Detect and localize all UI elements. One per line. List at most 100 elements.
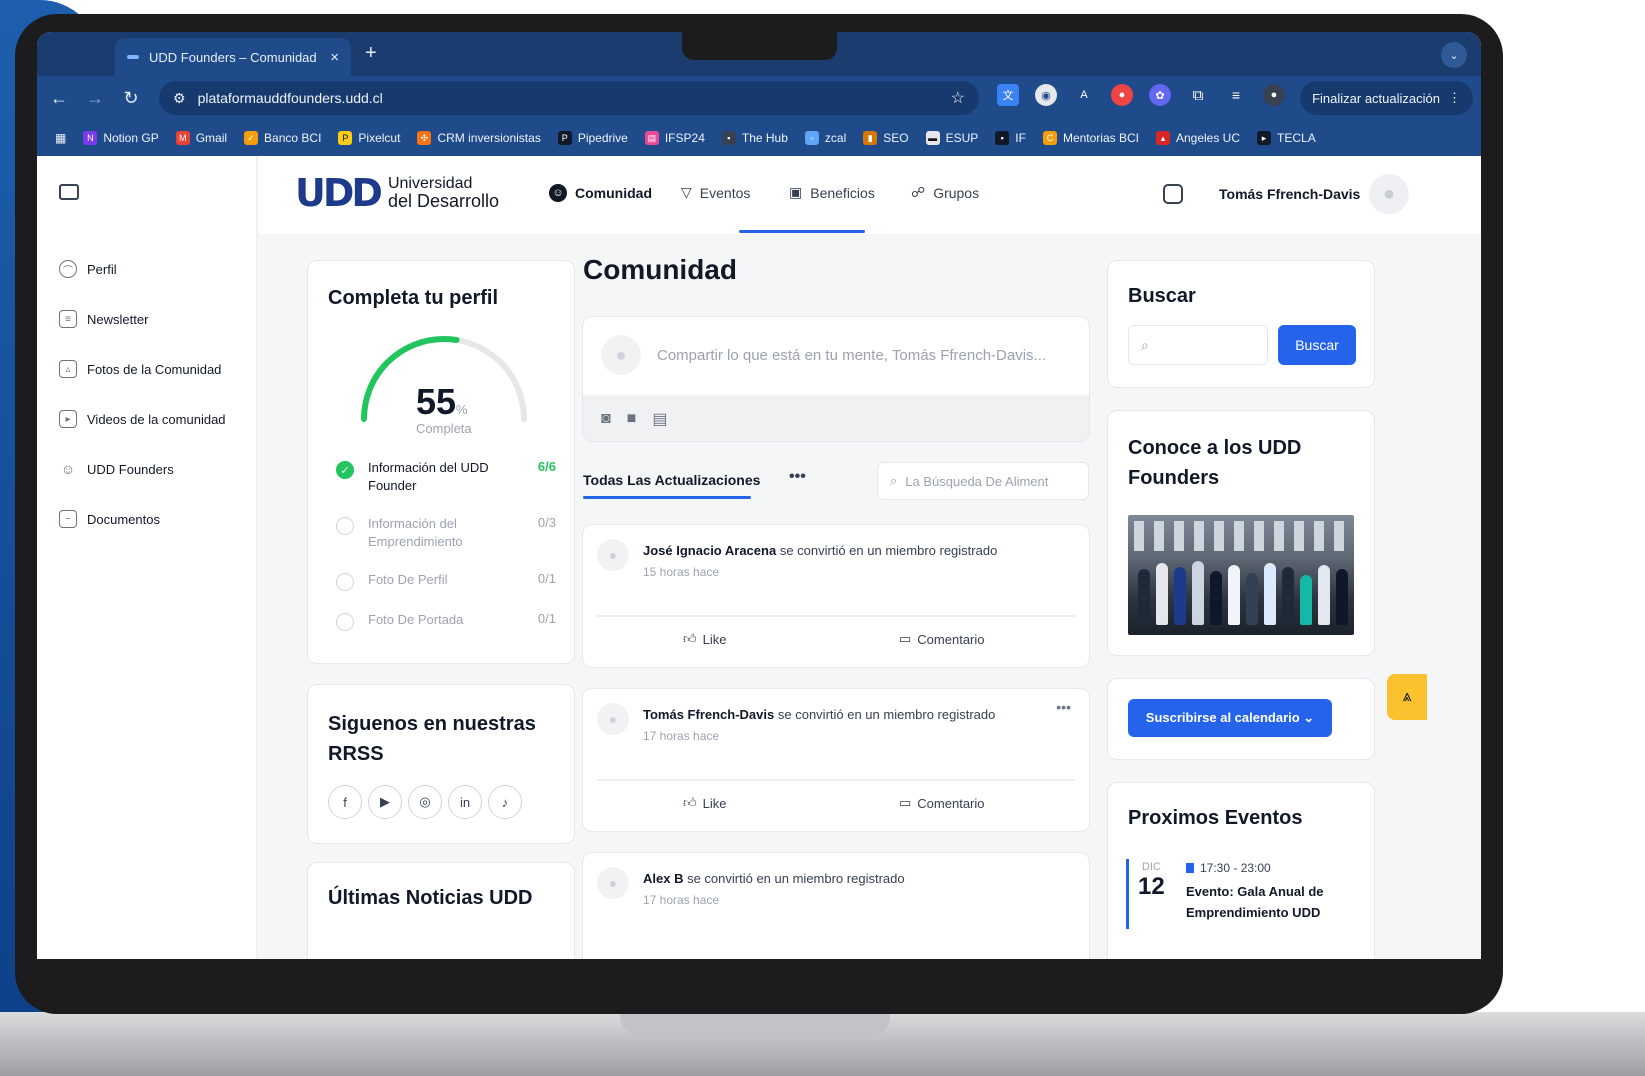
- post-text: José Ignacio Aracena se convirtió en un …: [643, 543, 997, 558]
- browser-tab[interactable]: UDD Founders – Comunidad ×: [115, 38, 351, 76]
- bookmark-item[interactable]: ▪ IF: [995, 131, 1026, 145]
- username[interactable]: Tomás Ffrench-Davis: [1219, 186, 1360, 202]
- reload-icon[interactable]: ↻: [113, 88, 149, 109]
- camera-icon[interactable]: ◙: [601, 410, 611, 428]
- more-tabs-button[interactable]: •••: [789, 468, 806, 486]
- like-button[interactable]: 👍︎ Like: [683, 631, 726, 647]
- event-accent-bar: [1126, 859, 1129, 929]
- bookmark-item[interactable]: ▪ The Hub: [721, 131, 788, 145]
- image-icon: ▵: [59, 360, 77, 378]
- tab-title: UDD Founders – Comunidad: [149, 49, 317, 65]
- kebab-menu-icon[interactable]: ⋮: [1448, 90, 1461, 106]
- bookmark-item[interactable]: M Gmail: [175, 131, 227, 145]
- profile-avatar-icon[interactable]: ●: [1263, 84, 1285, 106]
- new-tab-button[interactable]: +: [365, 42, 377, 65]
- profile-task[interactable]: Información del Emprendimiento 0/3: [336, 515, 556, 551]
- event-title[interactable]: Evento: Gala Anual de Emprendimiento UDD: [1186, 881, 1346, 923]
- avatar[interactable]: ●: [1369, 174, 1409, 214]
- profile-task[interactable]: Foto De Portada 0/1: [336, 611, 556, 631]
- nav-eventos[interactable]: ▽ Eventos: [681, 184, 750, 201]
- event-date: DIC 12: [1138, 861, 1165, 901]
- card-title: Completa tu perfil: [328, 287, 499, 309]
- post-avatar[interactable]: ●: [597, 539, 629, 571]
- extension-translate-icon[interactable]: 文: [997, 84, 1019, 106]
- bookmark-item[interactable]: ▬ ESUP: [925, 131, 978, 145]
- media-controls-icon[interactable]: ≡: [1225, 84, 1247, 106]
- post-divider: [597, 615, 1075, 617]
- messages-icon[interactable]: [1163, 184, 1183, 204]
- composer-placeholder: Compartir lo que está en tu mente, Tomás…: [657, 347, 1047, 364]
- sidebar-item-documentos[interactable]: − Documentos: [59, 510, 160, 528]
- sidebar-toggle-icon[interactable]: [59, 184, 79, 200]
- bookmark-item[interactable]: ✣ CRM inversionistas: [417, 131, 541, 145]
- site-settings-icon[interactable]: ⚙: [173, 90, 186, 107]
- post-time: 17 horas hace: [643, 893, 720, 907]
- video-camera-icon[interactable]: ■: [627, 410, 637, 428]
- screen: UDD Founders – Comunidad × + ⌄ ← → ↻ ⚙ p…: [37, 32, 1481, 959]
- post-avatar[interactable]: ●: [597, 867, 629, 899]
- sidebar-item-newsletter[interactable]: ≡ Newsletter: [59, 310, 148, 328]
- bookmark-item[interactable]: C Mentorias BCI: [1042, 131, 1139, 145]
- bookmark-item[interactable]: P Pipedrive: [557, 131, 628, 145]
- tab-search-icon[interactable]: ⌄: [1441, 42, 1467, 68]
- tiktok-icon[interactable]: ♪: [488, 785, 522, 819]
- comment-button[interactable]: ▭ Comentario: [899, 631, 985, 647]
- update-button[interactable]: Finalizar actualización ⋮: [1300, 81, 1473, 115]
- comment-label: Comentario: [917, 631, 985, 647]
- nav-grupos[interactable]: ☍ Grupos: [911, 184, 979, 201]
- founders-group-photo[interactable]: [1128, 515, 1354, 635]
- nav-beneficios[interactable]: ▣ Beneficios: [789, 184, 875, 201]
- newspaper-icon: ≡: [59, 310, 77, 328]
- extension-red-icon[interactable]: ●: [1111, 84, 1133, 106]
- nav-comunidad[interactable]: ☺ Comunidad: [549, 184, 652, 202]
- user-icon: ⌒: [59, 260, 77, 278]
- extension-circle-icon[interactable]: ◉: [1035, 84, 1057, 106]
- like-button[interactable]: 👍︎ Like: [683, 795, 726, 811]
- sidebar: ⌒ Perfil ≡ Newsletter ▵ Fotos de la Comu…: [37, 156, 257, 959]
- sidebar-item-fotos[interactable]: ▵ Fotos de la Comunidad: [59, 360, 221, 378]
- post-author[interactable]: Tomás Ffrench-Davis: [643, 707, 774, 722]
- comment-button[interactable]: ▭ Comentario: [899, 795, 985, 811]
- profile-task[interactable]: Foto De Perfil 0/1: [336, 571, 556, 591]
- bookmark-star-icon[interactable]: ☆: [951, 88, 965, 108]
- address-bar[interactable]: ⚙ plataformauddfounders.udd.cl ☆: [159, 81, 979, 115]
- bookmark-item[interactable]: P Pixelcut: [338, 131, 400, 145]
- post-avatar[interactable]: ●: [597, 703, 629, 735]
- bookmark-item[interactable]: ▴ Angeles UC: [1155, 131, 1240, 145]
- youtube-icon[interactable]: ▶: [368, 785, 402, 819]
- sidebar-item-perfil[interactable]: ⌒ Perfil: [59, 260, 117, 278]
- post-composer[interactable]: ● Compartir lo que está en tu mente, Tom…: [582, 316, 1090, 442]
- bookmark-item[interactable]: ▫ zcal: [804, 131, 846, 145]
- tab-close-icon[interactable]: ×: [330, 49, 339, 66]
- floating-action-icon[interactable]: ⩓: [1387, 674, 1427, 720]
- search-input[interactable]: ⌕: [1128, 325, 1268, 365]
- subscribe-calendar-button[interactable]: Suscribirse al calendario ⌄: [1128, 699, 1332, 737]
- browser-toolbar: ← → ↻ ⚙ plataformauddfounders.udd.cl ☆ 文…: [37, 76, 1481, 120]
- post-author[interactable]: Alex B: [643, 871, 683, 886]
- extensions-puzzle-icon[interactable]: ⧉: [1187, 84, 1209, 106]
- task-label: Foto De Portada: [368, 612, 464, 627]
- linkedin-icon[interactable]: in: [448, 785, 482, 819]
- instagram-icon[interactable]: ◎: [408, 785, 442, 819]
- back-icon[interactable]: ←: [41, 88, 77, 109]
- facebook-icon[interactable]: f: [328, 785, 362, 819]
- apps-grid-icon[interactable]: ▦: [55, 131, 66, 145]
- post-author[interactable]: José Ignacio Aracena: [643, 543, 776, 558]
- extension-font-icon[interactable]: A: [1073, 84, 1095, 106]
- search-button[interactable]: Buscar: [1278, 325, 1356, 365]
- sidebar-item-udd-founders[interactable]: ☺ UDD Founders: [59, 460, 174, 478]
- feed-search-input[interactable]: ⌕ La Búsqueda De Aliment: [877, 462, 1089, 500]
- post-more-button[interactable]: •••: [1056, 699, 1071, 715]
- bookmark-item[interactable]: ✓ Banco BCI: [244, 131, 321, 145]
- bookmark-item[interactable]: ▸ TECLA: [1257, 131, 1316, 145]
- sidebar-item-videos[interactable]: ▸ Videos de la comunidad: [59, 410, 226, 428]
- udd-logo[interactable]: UDD Universidad del Desarrollo: [295, 174, 499, 212]
- profile-task[interactable]: ✓ Información del UDD Founder 6/6: [336, 459, 556, 495]
- bookmark-item[interactable]: ▤ IFSP24: [644, 131, 705, 145]
- bookmark-item[interactable]: N Notion GP: [83, 131, 159, 145]
- tab-all-updates[interactable]: Todas Las Actualizaciones: [583, 472, 760, 488]
- forward-icon[interactable]: →: [77, 88, 113, 109]
- extension-purple-icon[interactable]: ✿: [1149, 84, 1171, 106]
- bookmark-item[interactable]: ▮ SEO: [863, 131, 909, 145]
- document-upload-icon[interactable]: ▤: [652, 409, 667, 429]
